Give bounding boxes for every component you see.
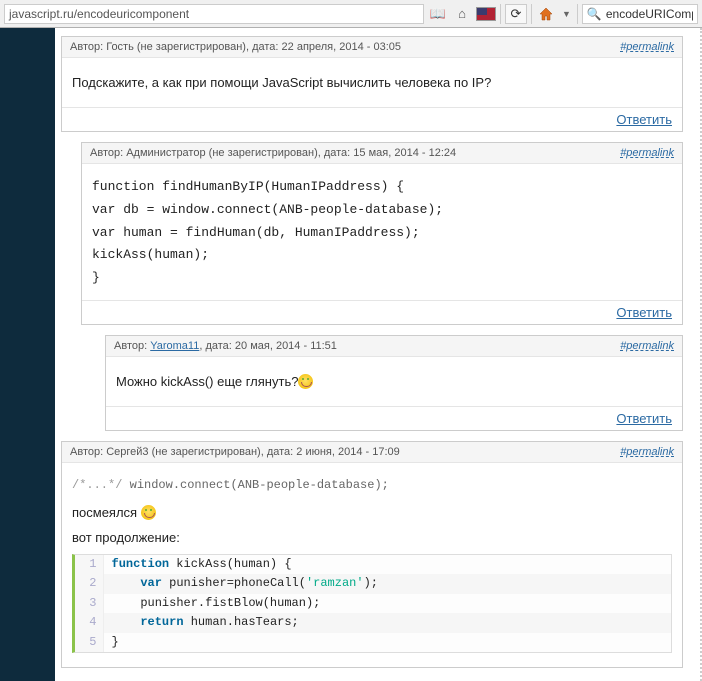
not-registered-label: (не зарегистрирован) xyxy=(137,41,246,53)
comment-text-span: посмеялся xyxy=(72,505,141,520)
comment: Автор: Сергей3 (не зарегистрирован), дат… xyxy=(61,441,683,668)
comment-body: /*...*/ window.connect(ANB-people-databa… xyxy=(62,463,682,667)
chevron-down-icon[interactable]: ▼ xyxy=(560,9,573,19)
comment: Автор: Администратор (не зарегистрирован… xyxy=(81,142,683,325)
date-label: , дата: xyxy=(199,340,232,352)
line-number: 1 xyxy=(75,555,103,574)
comment-date: 20 мая, 2014 - 11:51 xyxy=(235,340,337,352)
book-icon[interactable]: 📖 xyxy=(428,4,448,24)
comment: Автор: Гость (не зарегистрирован), дата:… xyxy=(61,36,683,132)
code-line: function findHumanByIP(HumanIPaddress) { xyxy=(92,178,672,197)
left-sidebar xyxy=(0,28,55,681)
reply-link[interactable]: Ответить xyxy=(616,411,672,426)
author-label: Автор: xyxy=(70,446,103,458)
author-label: Автор: xyxy=(90,147,123,159)
comment-body: Подскажите, а как при помощи JavaScript … xyxy=(62,58,682,107)
comment-meta: Автор: Yaroma11, дата: 20 мая, 2014 - 11… xyxy=(114,340,337,352)
code-snippet: /*...*/ window.connect(ANB-people-databa… xyxy=(72,473,672,498)
code-line: return human.hasTears; xyxy=(103,613,671,632)
permalink-link[interactable]: #permalink xyxy=(620,446,674,458)
comment-header: Автор: Сергей3 (не зарегистрирован), дат… xyxy=(62,442,682,463)
smile-icon xyxy=(141,505,156,520)
code-line: } xyxy=(92,269,672,288)
flag-icon[interactable] xyxy=(476,4,496,24)
code-line: function kickAss(human) { xyxy=(103,555,671,574)
comment-date: 2 июня, 2014 - 17:09 xyxy=(296,446,400,458)
smile-icon xyxy=(298,374,313,389)
line-number: 4 xyxy=(75,613,103,632)
line-number: 3 xyxy=(75,594,103,613)
code-line: kickAss(human); xyxy=(92,246,672,265)
comment-footer: Ответить xyxy=(62,107,682,131)
code-line: var human = findHuman(db, HumanIPaddress… xyxy=(92,224,672,243)
comment-text: Можно kickAss() еще глянуть? xyxy=(116,373,672,392)
comment-meta: Автор: Гость (не зарегистрирован), дата:… xyxy=(70,41,401,53)
comment-text: посмеялся xyxy=(72,504,672,523)
code-line: punisher.fistBlow(human); xyxy=(103,594,671,613)
comment-meta: Автор: Сергей3 (не зарегистрирован), дат… xyxy=(70,446,400,458)
browser-toolbar: javascript.ru/encodeuricomponent 📖 ⌂ ⟳ ▼… xyxy=(0,0,702,28)
comment-text: вот продолжение: xyxy=(72,529,672,548)
comment: Автор: Yaroma11, дата: 20 мая, 2014 - 11… xyxy=(105,335,683,431)
home-icon[interactable] xyxy=(536,4,556,24)
search-box[interactable]: 🔍 xyxy=(582,4,698,24)
url-bar[interactable]: javascript.ru/encodeuricomponent xyxy=(4,4,424,24)
reply-link[interactable]: Ответить xyxy=(616,112,672,127)
code-line: } xyxy=(103,633,671,652)
author-link[interactable]: Yaroma11 xyxy=(150,340,199,352)
toolbar-divider xyxy=(500,4,501,24)
line-number: 5 xyxy=(75,633,103,652)
comment-header: Автор: Yaroma11, дата: 20 мая, 2014 - 11… xyxy=(106,336,682,357)
date-label: , дата: xyxy=(318,147,351,159)
toolbar-divider xyxy=(531,4,532,24)
toolbar-divider xyxy=(577,4,578,24)
comment-date: 15 мая, 2014 - 12:24 xyxy=(353,147,456,159)
search-input[interactable] xyxy=(606,7,693,21)
permalink-link[interactable]: #permalink xyxy=(620,340,674,352)
code-line: var db = window.connect(ANB-people-datab… xyxy=(92,201,672,220)
content-area: Автор: Гость (не зарегистрирован), дата:… xyxy=(55,28,702,681)
comment-header: Автор: Гость (не зарегистрирован), дата:… xyxy=(62,37,682,58)
author-label: Автор: xyxy=(114,340,147,352)
not-registered-label: (не зарегистрирован) xyxy=(152,446,261,458)
comment-date: 22 апреля, 2014 - 03:05 xyxy=(282,41,402,53)
comment-text: Подскажите, а как при помощи JavaScript … xyxy=(72,74,672,93)
reply-link[interactable]: Ответить xyxy=(616,305,672,320)
search-icon: 🔍 xyxy=(587,7,602,21)
comment-footer: Ответить xyxy=(106,406,682,430)
comment-header: Автор: Администратор (не зарегистрирован… xyxy=(82,143,682,164)
refresh-button[interactable]: ⟳ xyxy=(505,4,527,24)
home-icon-small[interactable]: ⌂ xyxy=(452,4,472,24)
code-line: var punisher=phoneCall('ramzan'); xyxy=(103,574,671,593)
comment-text-span: Можно kickAss() еще глянуть? xyxy=(116,374,298,389)
permalink-link[interactable]: #permalink xyxy=(620,41,674,53)
author-name: Сергей3 xyxy=(106,446,148,458)
author-label: Автор: xyxy=(70,41,103,53)
comment-meta: Автор: Администратор (не зарегистрирован… xyxy=(90,147,456,159)
date-label: , дата: xyxy=(261,446,294,458)
author-name: Администратор xyxy=(126,147,205,159)
comment-body: Можно kickAss() еще глянуть? xyxy=(106,357,682,406)
code-block: 1 function kickAss(human) { 2 var punish… xyxy=(72,554,672,653)
date-label: , дата: xyxy=(246,41,279,53)
author-name: Гость xyxy=(106,41,134,53)
line-number: 2 xyxy=(75,574,103,593)
not-registered-label: (не зарегистрирован) xyxy=(209,147,318,159)
comment-footer: Ответить xyxy=(82,300,682,324)
permalink-link[interactable]: #permalink xyxy=(620,147,674,159)
comment-body: function findHumanByIP(HumanIPaddress) {… xyxy=(82,164,682,300)
